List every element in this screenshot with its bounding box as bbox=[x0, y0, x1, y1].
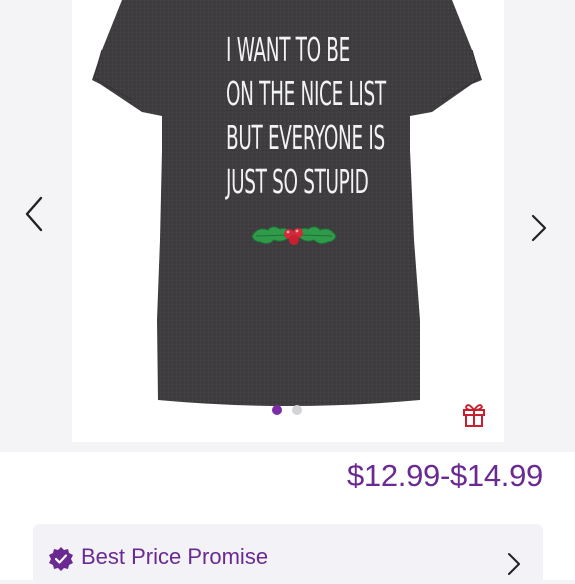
chevron-right-icon[interactable] bbox=[505, 550, 523, 578]
carousel-dot-active[interactable] bbox=[272, 405, 282, 415]
product-price: $12.99-$14.99 bbox=[346, 458, 543, 493]
gift-icon[interactable] bbox=[460, 400, 488, 428]
shirt-print-text: I WANT TO BE ON THE NICE LIST BUT EVERYO… bbox=[226, 28, 386, 204]
chevron-right-icon[interactable] bbox=[528, 208, 552, 248]
shirt-text-line: I WANT TO BE bbox=[226, 30, 350, 69]
shirt-text-line: BUT EVERYONE IS bbox=[226, 118, 385, 157]
verified-badge-icon bbox=[49, 547, 73, 571]
product-image[interactable]: I WANT TO BE ON THE NICE LIST BUT EVERYO… bbox=[72, 0, 504, 442]
carousel-dot[interactable] bbox=[292, 405, 302, 415]
best-price-promise-row[interactable]: Best Price Promise bbox=[33, 524, 543, 584]
holly-icon bbox=[251, 226, 337, 245]
shirt-text-line: JUST SO STUPID bbox=[226, 162, 369, 201]
shirt-text-line: ON THE NICE LIST bbox=[226, 74, 386, 113]
carousel-indicator bbox=[270, 405, 310, 417]
chevron-left-icon[interactable] bbox=[22, 194, 46, 234]
product-image-gallery[interactable]: I WANT TO BE ON THE NICE LIST BUT EVERYO… bbox=[0, 0, 575, 452]
best-price-promise-label: Best Price Promise bbox=[81, 544, 269, 569]
